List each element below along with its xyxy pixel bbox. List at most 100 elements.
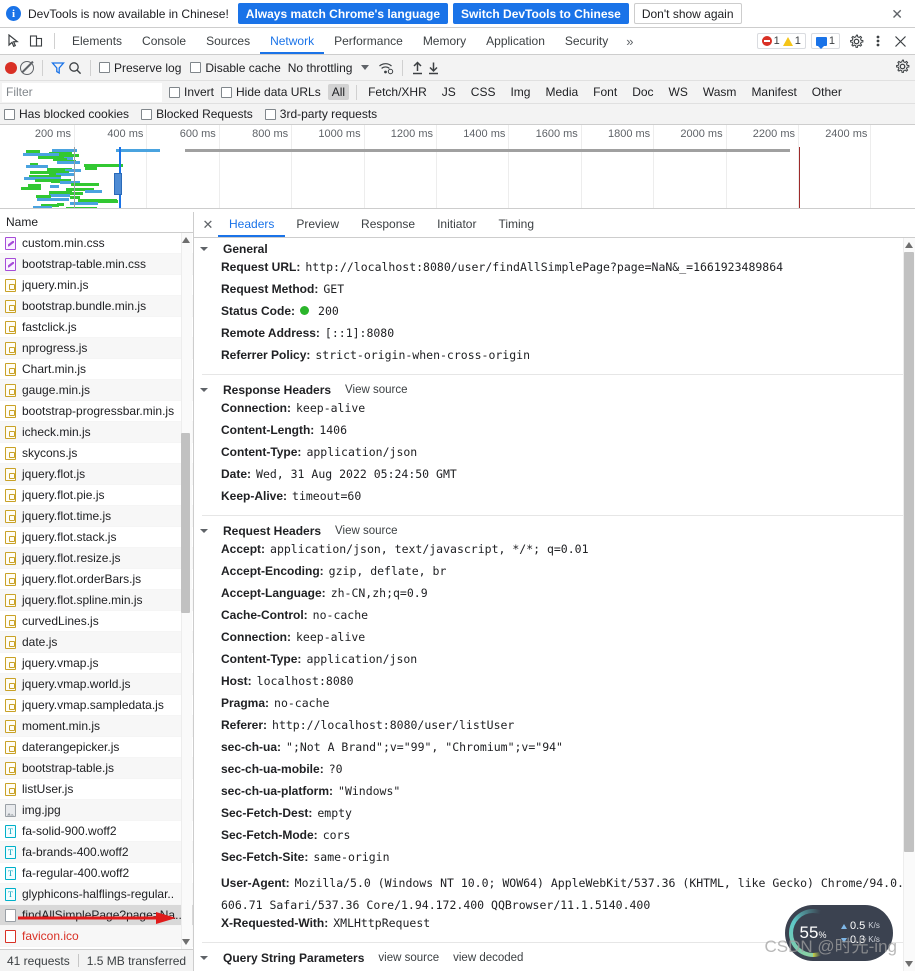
headers-content[interactable]: GeneralRequest URL:http://localhost:8080… bbox=[194, 238, 915, 971]
messages-counter[interactable]: 1 bbox=[811, 33, 840, 49]
filter-input[interactable] bbox=[2, 83, 162, 102]
request-row[interactable]: fa-regular-400.woff2 bbox=[0, 863, 193, 884]
request-row[interactable]: bootstrap-table.min.css bbox=[0, 254, 193, 275]
tab-preview[interactable]: Preview bbox=[285, 212, 350, 237]
export-har-icon[interactable] bbox=[427, 61, 440, 75]
requests-column-header-name[interactable]: Name bbox=[0, 212, 193, 233]
dont-show-again-button[interactable]: Don't show again bbox=[634, 3, 742, 24]
filter-type-font[interactable]: Font bbox=[589, 84, 621, 100]
preserve-log-checkbox[interactable]: Preserve log bbox=[99, 61, 181, 75]
detail-scrollbar[interactable] bbox=[903, 238, 915, 971]
network-overview-timeline[interactable]: 200 ms400 ms600 ms800 ms1000 ms1200 ms14… bbox=[0, 125, 915, 209]
close-devtools-icon[interactable] bbox=[889, 30, 911, 52]
request-row[interactable]: daterangepicker.js bbox=[0, 737, 193, 758]
request-row[interactable]: jquery.flot.time.js bbox=[0, 506, 193, 527]
tab-initiator[interactable]: Initiator bbox=[426, 212, 487, 237]
third-party-requests-checkbox[interactable]: 3rd-party requests bbox=[265, 107, 377, 121]
request-row[interactable]: jquery.flot.orderBars.js bbox=[0, 569, 193, 590]
more-tabs-icon[interactable]: » bbox=[618, 34, 641, 49]
view-decoded-link[interactable]: view decoded bbox=[453, 952, 523, 964]
kebab-menu-icon[interactable] bbox=[867, 30, 889, 52]
invert-box[interactable] bbox=[169, 87, 180, 98]
preserve-log-box[interactable] bbox=[99, 62, 110, 73]
detail-scroll-up-icon[interactable] bbox=[905, 242, 913, 248]
section-header[interactable]: General bbox=[194, 238, 915, 260]
request-row[interactable]: jquery.flot.stack.js bbox=[0, 527, 193, 548]
filter-type-fetch-xhr[interactable]: Fetch/XHR bbox=[364, 84, 431, 100]
filter-type-doc[interactable]: Doc bbox=[628, 84, 657, 100]
funnel-icon[interactable] bbox=[51, 61, 65, 75]
chevron-down-icon[interactable] bbox=[361, 65, 369, 70]
has-blocked-cookies-box[interactable] bbox=[4, 109, 15, 120]
third-party-requests-box[interactable] bbox=[265, 109, 276, 120]
request-row[interactable]: jquery.vmap.sampledata.js bbox=[0, 695, 193, 716]
tab-network[interactable]: Network bbox=[260, 28, 324, 54]
requests-list[interactable]: custom.min.cssbootstrap-table.min.cssjqu… bbox=[0, 233, 193, 949]
filter-type-manifest[interactable]: Manifest bbox=[747, 84, 800, 100]
message-badge[interactable]: 1 bbox=[816, 35, 835, 47]
detail-scroll-thumb[interactable] bbox=[904, 252, 914, 852]
tab-performance[interactable]: Performance bbox=[324, 28, 413, 54]
requests-list-scroll-thumb[interactable] bbox=[181, 433, 190, 613]
scroll-down-icon[interactable] bbox=[182, 939, 190, 945]
request-row[interactable]: icheck.min.js bbox=[0, 422, 193, 443]
requests-list-scrollbar[interactable] bbox=[181, 233, 192, 949]
hide-data-urls-checkbox[interactable]: Hide data URLs bbox=[221, 85, 321, 99]
request-row[interactable]: bootstrap-table.js bbox=[0, 758, 193, 779]
request-row[interactable]: custom.min.css bbox=[0, 233, 193, 254]
chevron-down-icon[interactable] bbox=[200, 529, 208, 533]
request-row[interactable]: fastclick.js bbox=[0, 317, 193, 338]
request-row[interactable]: fa-brands-400.woff2 bbox=[0, 842, 193, 863]
request-row[interactable]: gauge.min.js bbox=[0, 380, 193, 401]
throttling-select[interactable]: No throttling bbox=[288, 61, 353, 75]
banner-close-icon[interactable]: ✕ bbox=[891, 7, 903, 21]
device-toolbar-icon[interactable] bbox=[25, 30, 47, 52]
issues-counters[interactable]: 1 1 bbox=[757, 33, 806, 49]
inspect-element-icon[interactable] bbox=[3, 30, 25, 52]
chevron-down-icon[interactable] bbox=[200, 247, 208, 251]
request-row[interactable]: favicon.ico bbox=[0, 926, 193, 947]
view-source-link[interactable]: View source bbox=[345, 384, 407, 396]
chevron-down-icon[interactable] bbox=[200, 956, 208, 960]
overview-selection-handle[interactable] bbox=[114, 173, 122, 195]
hide-data-urls-box[interactable] bbox=[221, 87, 232, 98]
clear-icon[interactable] bbox=[20, 61, 34, 75]
filter-type-ws[interactable]: WS bbox=[665, 84, 692, 100]
blocked-requests-checkbox[interactable]: Blocked Requests bbox=[141, 107, 253, 121]
tab-memory[interactable]: Memory bbox=[413, 28, 476, 54]
section-header[interactable]: Request HeadersView source bbox=[194, 520, 915, 542]
system-monitor-widget[interactable]: 55 % 0.5 K/s 0.3 K/s bbox=[785, 905, 893, 961]
disable-cache-box[interactable] bbox=[190, 62, 201, 73]
request-row[interactable]: date.js bbox=[0, 632, 193, 653]
tab-application[interactable]: Application bbox=[476, 28, 555, 54]
network-conditions-icon[interactable] bbox=[378, 61, 394, 75]
detail-scroll-down-icon[interactable] bbox=[905, 961, 913, 967]
request-row[interactable]: jquery.vmap.world.js bbox=[0, 674, 193, 695]
request-row[interactable]: jquery.flot.spline.min.js bbox=[0, 590, 193, 611]
filter-type-js[interactable]: JS bbox=[438, 84, 460, 100]
network-settings-gear-icon[interactable] bbox=[895, 59, 910, 77]
request-row[interactable]: moment.min.js bbox=[0, 716, 193, 737]
blocked-requests-box[interactable] bbox=[141, 109, 152, 120]
disable-cache-checkbox[interactable]: Disable cache bbox=[190, 61, 280, 75]
request-row[interactable]: Chart.min.js bbox=[0, 359, 193, 380]
tab-security[interactable]: Security bbox=[555, 28, 618, 54]
filter-type-all[interactable]: All bbox=[328, 84, 349, 100]
request-row[interactable]: jquery.min.js bbox=[0, 275, 193, 296]
tab-response[interactable]: Response bbox=[350, 212, 426, 237]
request-row[interactable]: curvedLines.js bbox=[0, 611, 193, 632]
request-row[interactable]: fa-solid-900.woff2 bbox=[0, 821, 193, 842]
record-icon[interactable] bbox=[5, 62, 17, 74]
has-blocked-cookies-checkbox[interactable]: Has blocked cookies bbox=[4, 107, 129, 121]
request-row[interactable]: jquery.vmap.js bbox=[0, 653, 193, 674]
request-row[interactable]: bootstrap.bundle.min.js bbox=[0, 296, 193, 317]
filter-type-wasm[interactable]: Wasm bbox=[699, 84, 741, 100]
section-header[interactable]: Response HeadersView source bbox=[194, 379, 915, 401]
request-row[interactable]: listUser.js bbox=[0, 779, 193, 800]
request-row[interactable]: findAllSimplePage?page=Na.. bbox=[0, 905, 193, 926]
invert-checkbox[interactable]: Invert bbox=[169, 85, 214, 99]
request-row[interactable]: jquery.flot.resize.js bbox=[0, 548, 193, 569]
tab-timing[interactable]: Timing bbox=[487, 212, 545, 237]
request-row[interactable]: glyphicons-halflings-regular.. bbox=[0, 884, 193, 905]
request-row[interactable]: bootstrap-progressbar.min.js bbox=[0, 401, 193, 422]
